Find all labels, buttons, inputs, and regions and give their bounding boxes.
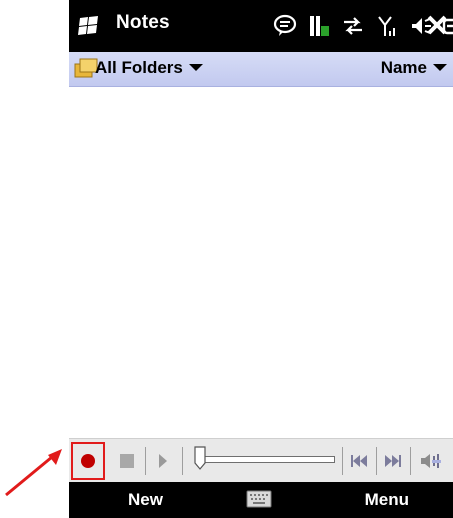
divider <box>145 447 146 475</box>
stop-button[interactable] <box>115 442 139 480</box>
play-icon <box>159 454 167 468</box>
title-bar: Notes <box>69 0 453 52</box>
app-title: Notes <box>116 12 170 33</box>
sync-arrows-icon[interactable] <box>339 13 367 39</box>
chevron-down-icon <box>433 64 447 72</box>
sort-dropdown[interactable]: Name <box>381 58 447 78</box>
folder-header: All Folders Name <box>69 52 453 87</box>
volume-button[interactable] <box>417 442 445 480</box>
next-button[interactable] <box>383 442 403 480</box>
callout-arrow-icon <box>5 449 62 497</box>
signal-icon[interactable] <box>373 13 401 39</box>
softkey-bar: New Menu <box>69 482 453 518</box>
divider <box>376 447 377 475</box>
battery-icon[interactable] <box>305 13 333 39</box>
notes-list[interactable] <box>69 87 453 437</box>
chat-bubble-icon[interactable] <box>271 13 299 39</box>
skip-back-icon <box>351 455 367 467</box>
record-button[interactable] <box>71 442 105 480</box>
divider <box>342 447 343 475</box>
recording-toolbar <box>69 438 453 483</box>
slider-track <box>199 456 335 463</box>
divider <box>410 447 411 475</box>
speaker-volume-icon <box>421 454 441 468</box>
menu-softkey[interactable]: Menu <box>365 490 409 510</box>
playback-position-slider[interactable] <box>191 446 337 470</box>
windows-start-icon[interactable] <box>76 15 102 37</box>
play-button[interactable] <box>153 442 173 480</box>
folder-dropdown[interactable]: All Folders <box>95 58 203 78</box>
device-screen: Notes All Folders Name New Menu <box>69 0 453 518</box>
chevron-down-icon <box>188 64 203 72</box>
skip-forward-icon <box>385 455 401 467</box>
stop-icon <box>120 454 134 468</box>
folder-dropdown-label: All Folders <box>95 58 183 77</box>
close-icon[interactable] <box>423 10 451 40</box>
new-softkey[interactable]: New <box>128 490 163 510</box>
previous-button[interactable] <box>349 442 369 480</box>
keyboard-icon[interactable] <box>246 490 272 508</box>
record-icon <box>81 454 95 468</box>
sort-dropdown-label: Name <box>380 58 427 77</box>
divider <box>182 447 183 475</box>
slider-thumb[interactable] <box>194 446 206 470</box>
